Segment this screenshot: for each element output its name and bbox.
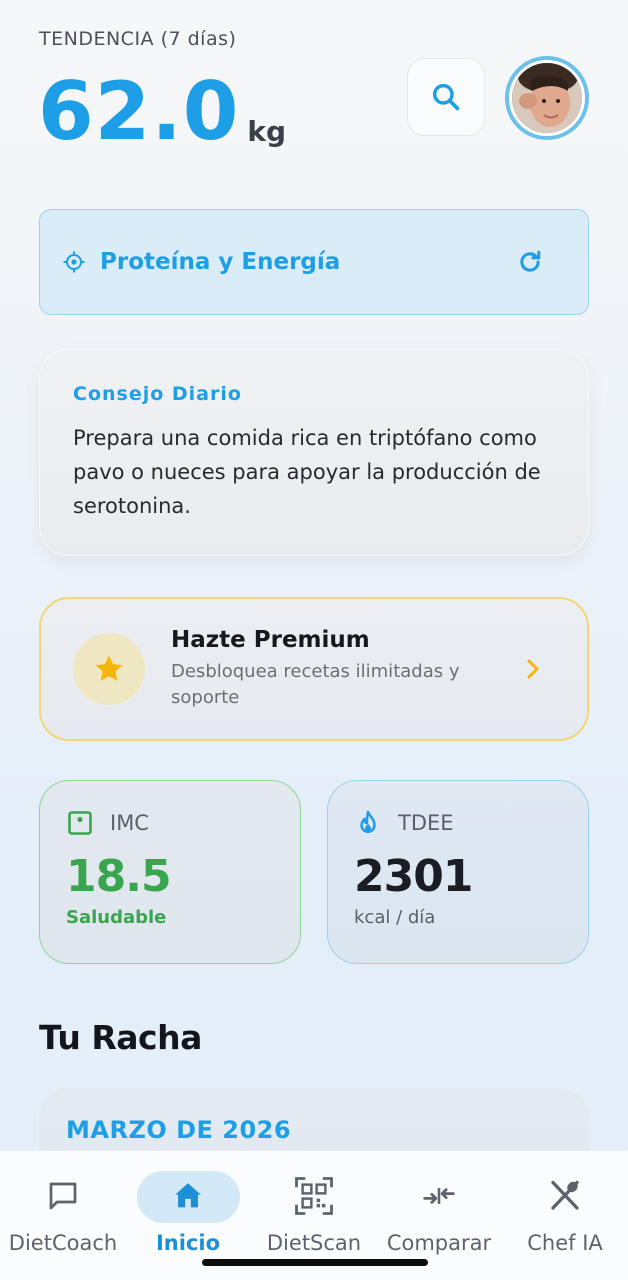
- chevron-right-icon: [523, 657, 543, 685]
- star-icon: [95, 655, 123, 681]
- nav-item-inicio[interactable]: Inicio: [128, 1173, 248, 1255]
- refresh-icon: [520, 250, 541, 272]
- compare-icon: [423, 1188, 455, 1204]
- chat-icon: [49, 1182, 77, 1210]
- search-icon: [432, 83, 460, 111]
- tdee-card[interactable]: TDEE 2301 kcal / día: [327, 780, 589, 964]
- home-indicator: [202, 1259, 428, 1266]
- weight-value: 62.0: [38, 65, 240, 158]
- nav-label-dietcoach: DietCoach: [8, 1231, 118, 1255]
- tdee-label: TDEE: [398, 811, 454, 835]
- utensils-icon: [551, 1180, 579, 1210]
- target-icon: [63, 251, 85, 273]
- premium-subtitle: Desbloquea recetas ilimitadas y soporte: [171, 661, 460, 708]
- profile-avatar-button[interactable]: [505, 56, 589, 140]
- qr-scan-icon: [295, 1177, 333, 1215]
- premium-banner[interactable]: Hazte Premium Desbloquea recetas ilimita…: [39, 597, 589, 741]
- premium-title: Hazte Premium: [171, 627, 370, 653]
- nav-label-comparar: Comparar: [386, 1231, 492, 1255]
- weight-display: 62.0 kg: [38, 72, 286, 152]
- nav-item-chef-ia[interactable]: Chef IA: [505, 1173, 625, 1255]
- search-button[interactable]: [407, 58, 485, 136]
- tdee-value: 2301: [354, 851, 473, 902]
- goal-selector[interactable]: Proteína y Energía: [39, 209, 589, 315]
- tdee-unit: kcal / día: [354, 907, 436, 928]
- tip-text: Prepara una comida rica en triptófano co…: [73, 426, 541, 518]
- imc-card[interactable]: IMC 18.5 Saludable: [39, 780, 301, 964]
- nav-label-dietscan: DietScan: [266, 1231, 362, 1255]
- nav-item-dietcoach[interactable]: DietCoach: [3, 1173, 123, 1255]
- imc-value: 18.5: [66, 851, 172, 902]
- weight-unit: kg: [247, 115, 287, 148]
- calendar-month: MARZO DE 2026: [66, 1116, 292, 1144]
- daily-tip-card: Consejo Diario Prepara una comida rica e…: [39, 348, 589, 556]
- avatar-photo: [512, 63, 582, 133]
- avatar: [512, 63, 582, 133]
- goal-label: Proteína y Energía: [100, 249, 341, 275]
- home-icon: [175, 1183, 201, 1208]
- nav-label-chef-ia: Chef IA: [527, 1231, 603, 1255]
- imc-status: Saludable: [66, 907, 167, 928]
- nav-item-comparar[interactable]: Comparar: [379, 1173, 499, 1255]
- imc-label: IMC: [110, 811, 149, 835]
- tip-title: Consejo Diario: [73, 383, 242, 405]
- flame-icon: [360, 810, 376, 834]
- star-badge: [73, 633, 145, 705]
- refresh-button[interactable]: [516, 248, 544, 280]
- nav-item-dietscan[interactable]: DietScan: [254, 1173, 374, 1255]
- trend-label: TENDENCIA (7 días): [39, 28, 237, 50]
- nav-label-inicio: Inicio: [155, 1231, 221, 1255]
- streak-title: Tu Racha: [39, 1018, 202, 1057]
- scale-icon: [68, 811, 92, 835]
